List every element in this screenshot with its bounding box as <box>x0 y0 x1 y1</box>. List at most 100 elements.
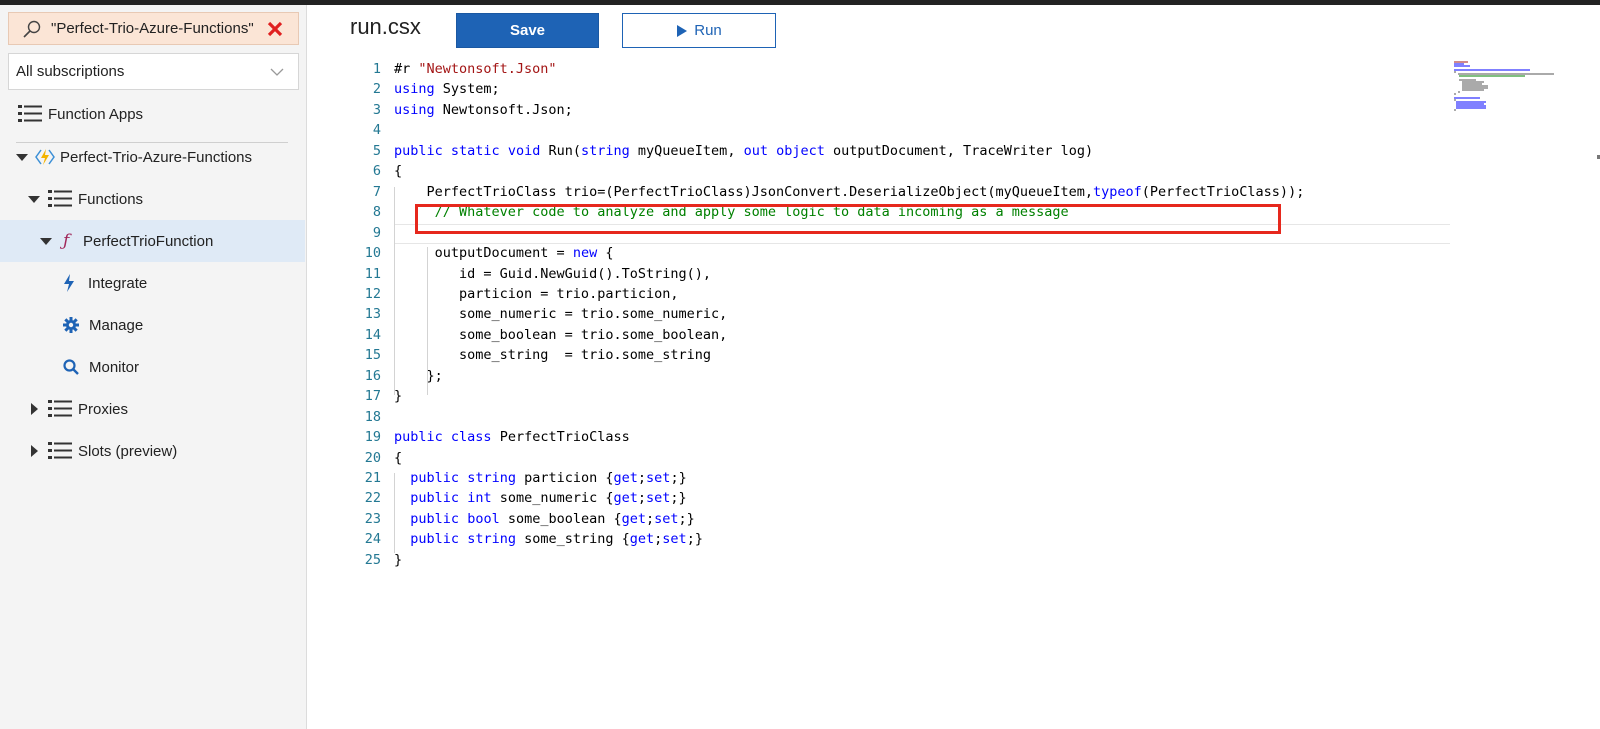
code-text: some_string = trio.some_string <box>394 347 711 364</box>
code-text: some_numeric = trio.some_numeric, <box>394 306 728 323</box>
play-icon <box>677 24 688 37</box>
sidebar-item-functions[interactable]: Functions <box>0 178 305 220</box>
code-line[interactable]: 22 public int some_numeric {get;set;} <box>355 488 1450 508</box>
search-box[interactable]: "Perfect-Trio-Azure-Functions" <box>8 12 299 45</box>
code-line[interactable]: 12 particion = trio.particion, <box>355 284 1450 304</box>
code-text: public bool some_boolean {get;set;} <box>410 510 695 527</box>
code-text: { <box>394 163 403 180</box>
code-line[interactable]: 11 id = Guid.NewGuid().ToString(), <box>355 264 1450 284</box>
sidebar-item-proxies[interactable]: Proxies <box>0 388 305 430</box>
code-line[interactable]: 6{ <box>355 161 1450 181</box>
lightning-icon <box>64 274 74 292</box>
save-button[interactable]: Save <box>456 13 599 48</box>
sidebar-item-integrate[interactable]: Integrate <box>0 262 305 304</box>
code-text: some_boolean = trio.some_boolean, <box>394 326 728 343</box>
code-line[interactable]: 4 <box>355 120 1450 140</box>
code-line[interactable]: 23 public bool some_boolean {get;set;} <box>355 509 1450 529</box>
line-number: 16 <box>364 367 381 384</box>
code-line[interactable]: 15 some_string = trio.some_string <box>355 345 1450 365</box>
line-number: 6 <box>372 163 381 180</box>
line-number: 11 <box>364 265 381 282</box>
line-number: 21 <box>364 470 381 486</box>
code-minimap[interactable] <box>1450 59 1560 129</box>
code-text: id = Guid.NewGuid().ToString(), <box>394 265 711 282</box>
sidebar: "Perfect-Trio-Azure-Functions" All subsc… <box>0 5 307 729</box>
code-text: using System; <box>394 81 500 98</box>
sidebar-item-label: Functions <box>78 190 144 208</box>
function-icon: ƒ <box>63 231 70 251</box>
code-text: } <box>394 551 403 568</box>
annotation-box <box>415 204 1281 234</box>
code-line[interactable]: 3 using Newtonsoft.Json; <box>355 100 1450 120</box>
line-number: 17 <box>364 388 381 405</box>
sidebar-item-label: Proxies <box>78 400 129 418</box>
line-number: 10 <box>364 245 381 262</box>
sidebar-item-manage[interactable]: Manage <box>0 304 305 346</box>
code-text: PerfectTrioClass trio=(PerfectTrioClass)… <box>394 183 1305 200</box>
caret-right-icon[interactable] <box>27 444 41 458</box>
sidebar-item-monitor[interactable]: Monitor <box>0 346 305 388</box>
line-number: 14 <box>364 326 381 343</box>
code-line[interactable]: 21 public string particion {get;set;} <box>355 468 1450 488</box>
code-text: #r "Newtonsoft.Json" <box>394 61 557 77</box>
sidebar-item-perfecttriofunction[interactable]: ƒ PerfectTrioFunction <box>0 220 305 262</box>
line-number: 18 <box>364 408 381 425</box>
code-line[interactable]: 1 #r "Newtonsoft.Json" <box>355 59 1450 79</box>
search-input[interactable]: "Perfect-Trio-Azure-Functions" <box>51 20 260 37</box>
line-number: 8 <box>372 204 381 221</box>
gear-icon <box>63 317 79 333</box>
caret-down-icon[interactable] <box>15 150 29 164</box>
line-number: 19 <box>364 429 381 446</box>
line-number: 24 <box>364 531 381 548</box>
caret-right-icon[interactable] <box>27 402 41 416</box>
list-icon <box>48 190 72 207</box>
line-number: 9 <box>372 224 381 241</box>
code-line[interactable]: 19 public class PerfectTrioClass <box>355 427 1450 447</box>
run-button[interactable]: Run <box>622 13 776 48</box>
sidebar-item-label: Function Apps <box>48 105 144 123</box>
code-line[interactable]: 24 public string some_string {get;set;} <box>355 529 1450 549</box>
sidebar-item-label: Monitor <box>89 358 140 376</box>
line-number: 25 <box>364 551 381 568</box>
subscriptions-dropdown[interactable]: All subscriptions <box>8 53 299 90</box>
sidebar-item-label: Manage <box>89 316 144 334</box>
line-number: 2 <box>372 81 381 98</box>
code-line[interactable]: 20 { <box>355 448 1450 468</box>
code-line[interactable]: 25} <box>355 550 1450 570</box>
sidebar-item-function-apps[interactable]: Function Apps <box>0 93 305 135</box>
sidebar-item-function-app[interactable]: Perfect-Trio-Azure-Functions <box>0 136 305 178</box>
line-number: 7 <box>372 183 381 200</box>
list-icon <box>18 105 42 122</box>
code-line[interactable]: 17} <box>355 386 1450 406</box>
code-editor[interactable]: 1 #r "Newtonsoft.Json" 2 using System; 3 usin… <box>355 59 1450 579</box>
code-text: outputDocument = new { <box>394 245 614 262</box>
code-line[interactable]: 18 <box>355 407 1450 427</box>
code-text: using Newtonsoft.Json; <box>394 101 573 118</box>
line-number: 3 <box>372 101 381 118</box>
sidebar-item-label: Integrate <box>88 274 148 292</box>
caret-down-icon[interactable] <box>27 192 41 206</box>
subscriptions-label: All subscriptions <box>16 63 125 80</box>
code-line[interactable]: 7 PerfectTrioClass trio=(PerfectTrioClas… <box>355 182 1450 202</box>
sidebar-item-slots[interactable]: Slots (preview) <box>0 430 305 472</box>
code-line[interactable]: 2 using System; <box>355 79 1450 99</box>
list-icon <box>48 442 72 459</box>
code-text: particion = trio.particion, <box>394 285 679 302</box>
code-text: { <box>394 449 403 466</box>
line-number: 1 <box>372 61 381 77</box>
code-line[interactable]: 10 outputDocument = new { <box>355 243 1450 263</box>
code-text: public static void Run(string myQueueIte… <box>394 142 1094 159</box>
close-icon[interactable] <box>260 14 290 44</box>
file-name: run.csx <box>350 14 421 39</box>
line-number: 15 <box>364 347 381 364</box>
code-text: } <box>394 388 403 405</box>
code-line[interactable]: 13 some_numeric = trio.some_numeric, <box>355 304 1450 324</box>
magnifier-icon <box>63 359 79 375</box>
line-number: 20 <box>364 449 381 466</box>
code-line[interactable]: 16 }; <box>355 366 1450 386</box>
caret-down-icon[interactable] <box>39 234 53 248</box>
sidebar-item-label: Slots (preview) <box>78 442 178 460</box>
code-line[interactable]: 5 public static void Run(string myQueueIt… <box>355 141 1450 161</box>
code-line[interactable]: 14 some_boolean = trio.some_boolean, <box>355 325 1450 345</box>
line-number: 22 <box>364 490 381 507</box>
